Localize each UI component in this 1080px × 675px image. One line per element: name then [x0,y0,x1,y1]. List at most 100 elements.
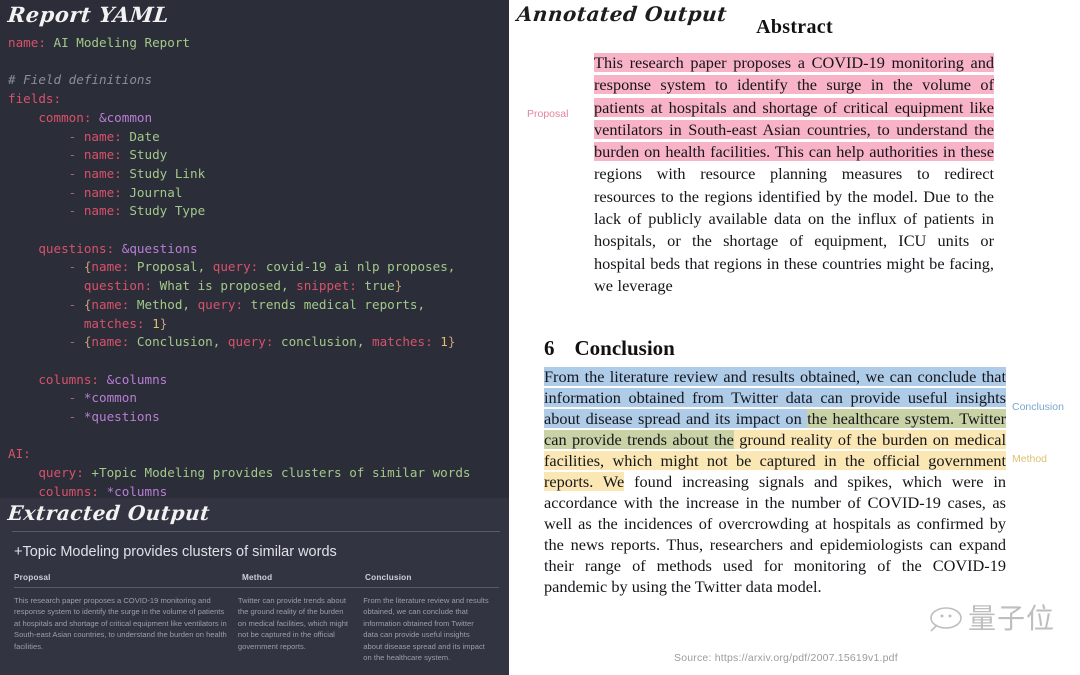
yaml-token: name: [91,259,130,275]
yaml-token: - [8,409,84,425]
yaml-token: name: [83,128,122,144]
yaml-line [8,352,509,371]
yaml-line: - name: Study Type [8,202,509,221]
abstract-remaining-text: regions with resource planning measures … [594,164,994,295]
yaml-panel-title: Report YAML [6,2,171,27]
yaml-token: *questions [83,409,160,425]
extracted-output-divider [12,531,500,532]
conclusion-section-number: 6 [544,336,555,360]
yaml-line: - {name: Method, query: trends medical r… [8,296,509,315]
yaml-line: question: What is proposed, snippet: tru… [8,277,509,296]
yaml-token: +Topic Modeling provides clusters of sim… [83,465,471,481]
yaml-token: Conclusion, [129,334,228,350]
yaml-token: name: [83,203,122,219]
yaml-line: query: +Topic Modeling provides clusters… [8,464,509,483]
yaml-token [8,316,84,331]
yaml-token: columns: [8,371,99,387]
yaml-line: common: &common [8,109,509,128]
table-row: This research paper proposes a COVID-19 … [14,588,499,663]
yaml-token: - [8,147,84,163]
yaml-token: matches: [372,334,433,350]
extracted-results-table: Proposal Method Conclusion This research… [14,573,499,663]
yaml-line: name: AI Modeling Report [8,34,509,53]
yaml-line: - name: Date [8,128,509,147]
annotated-output-panel: Annotated Output Abstract This research … [509,0,1080,675]
column-header-conclusion: Conclusion [365,573,412,582]
yaml-token: true [356,278,395,294]
yaml-token: &common [99,109,153,125]
yaml-token: - [8,165,84,181]
yaml-token: covid-19 ai nlp proposes, [258,259,456,275]
yaml-token: Study Link [121,165,206,181]
yaml-line: AI: [8,445,509,464]
abstract-proposal-highlight: This research paper proposes a COVID-19 … [594,53,994,162]
yaml-token: - [8,296,84,312]
screenshot-root: Report YAML name: AI Modeling Report # F… [0,0,1080,675]
yaml-token: question: [83,278,153,294]
yaml-token: Journal [121,184,183,200]
yaml-token: trends medical reports, [243,296,426,312]
yaml-line: - *questions [8,408,509,427]
yaml-line: - name: Study Link [8,165,509,184]
yaml-token: - [8,203,84,219]
yaml-line: - {name: Conclusion, query: conclusion, … [8,333,509,352]
yaml-line: - {name: Proposal, query: covid-19 ai nl… [8,258,509,277]
yaml-line: questions: &questions [8,240,509,259]
yaml-token: query: [197,296,244,312]
yaml-token: query: [227,334,274,350]
yaml-line [8,221,509,240]
yaml-token: Proposal, [129,259,213,275]
conclusion-heading-label: Conclusion [574,336,675,360]
yaml-line: - name: Study [8,146,509,165]
annotation-tag-proposal: Proposal [527,108,569,120]
column-header-method: Method [242,573,273,582]
yaml-token: 1 [440,334,448,350]
yaml-token [91,110,99,125]
yaml-token: } [159,315,168,331]
yaml-token [99,484,107,499]
yaml-token: Study Type [121,203,206,219]
yaml-token: 1 [152,315,160,331]
yaml-token: matches: [83,315,145,331]
yaml-line [8,53,509,72]
cell-method: Twitter can provide trends about the gro… [237,596,349,651]
yaml-token: What is proposed, [152,278,297,294]
yaml-token: Date [121,128,160,144]
yaml-token: name: [83,184,122,200]
yaml-token: - [8,128,84,144]
yaml-token: # Field definitions [8,72,153,88]
cell-proposal: This research paper proposes a COVID-19 … [14,596,227,651]
yaml-token: &questions [121,240,198,256]
speech-bubble-icon [930,607,962,632]
extracted-output-title: Extracted Output [6,501,212,525]
yaml-token: *columns [106,483,168,499]
abstract-heading: Abstract [756,16,833,38]
yaml-token: Study [121,147,168,163]
yaml-token: name: [8,35,46,50]
yaml-token: snippet: [296,278,357,294]
yaml-token: - [8,334,84,350]
yaml-token: name: [83,147,122,163]
yaml-token: common: [8,109,92,125]
watermark-text: 量子位 [968,602,1056,635]
yaml-token: query: [8,465,84,481]
yaml-token: questions: [8,240,115,256]
source-caption: Source: https://arxiv.org/pdf/2007.15619… [674,652,898,664]
yaml-token: - [8,390,84,406]
yaml-token [114,241,122,256]
extracted-output-card: Extracted Output +Topic Modeling provide… [0,498,509,675]
conclusion-heading: 6 Conclusion [544,336,675,361]
yaml-code-block[interactable]: name: AI Modeling Report # Field definit… [8,34,509,502]
column-header-proposal: Proposal [14,573,51,582]
yaml-token: name: [91,334,130,350]
abstract-paragraph: This research paper proposes a COVID-19 … [594,52,994,297]
yaml-line: columns: &columns [8,371,509,390]
yaml-token: name: [83,165,122,181]
yaml-token [99,372,107,387]
yaml-line: matches: 1} [8,315,509,334]
yaml-line: - *common [8,389,509,408]
yaml-token [8,278,84,293]
yaml-line: - name: Journal [8,184,509,203]
yaml-token: - [8,259,84,275]
report-yaml-panel: Report YAML name: AI Modeling Report # F… [0,0,509,675]
